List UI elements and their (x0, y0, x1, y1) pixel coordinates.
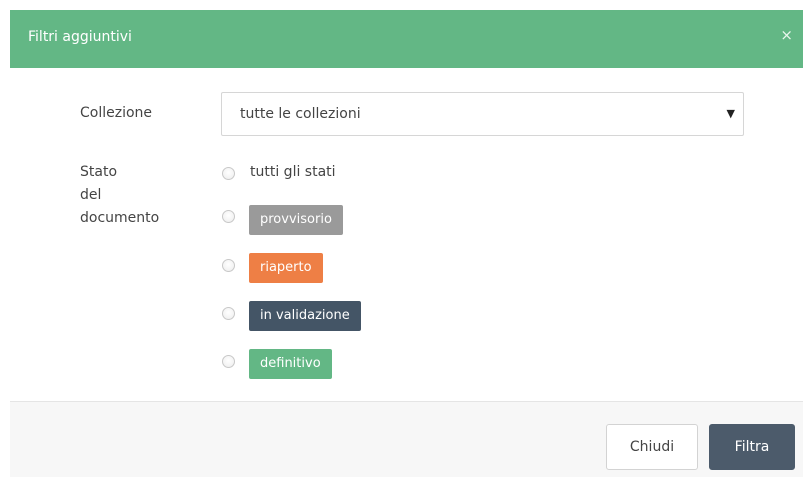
modal-title: Filtri aggiuntivi (28, 29, 132, 45)
chevron-down-icon: ▼ (726, 107, 735, 120)
radio-riaperto[interactable] (222, 259, 235, 272)
status-label-line1: Stato (80, 164, 118, 180)
close-icon[interactable]: × (780, 28, 793, 43)
status-badge-provvisorio[interactable]: provvisorio (249, 205, 343, 235)
radio-all-states[interactable] (222, 167, 235, 180)
filter-modal: Filtri aggiuntivi × Collezione tutte le … (10, 10, 803, 477)
collection-select-value: tutte le collezioni (240, 106, 361, 122)
status-label-line3: documento (80, 210, 160, 226)
close-button[interactable]: Chiudi (606, 424, 698, 470)
filter-button[interactable]: Filtra (709, 424, 795, 470)
radio-definitivo[interactable] (222, 355, 235, 368)
collection-select[interactable]: tutte le collezioni ▼ (221, 92, 744, 136)
status-badge-riaperto[interactable]: riaperto (249, 253, 323, 283)
option-all-states-label[interactable]: tutti gli stati (250, 164, 336, 180)
status-badge-in-validazione[interactable]: in validazione (249, 301, 361, 331)
status-badge-definitivo[interactable]: definitivo (249, 349, 332, 379)
modal-header: Filtri aggiuntivi × (10, 10, 803, 68)
status-label-line2: del (80, 187, 102, 203)
collection-label: Collezione (80, 105, 153, 121)
radio-provvisorio[interactable] (222, 210, 235, 223)
modal-footer: Chiudi Filtra (10, 402, 803, 477)
radio-in-validazione[interactable] (222, 307, 235, 320)
